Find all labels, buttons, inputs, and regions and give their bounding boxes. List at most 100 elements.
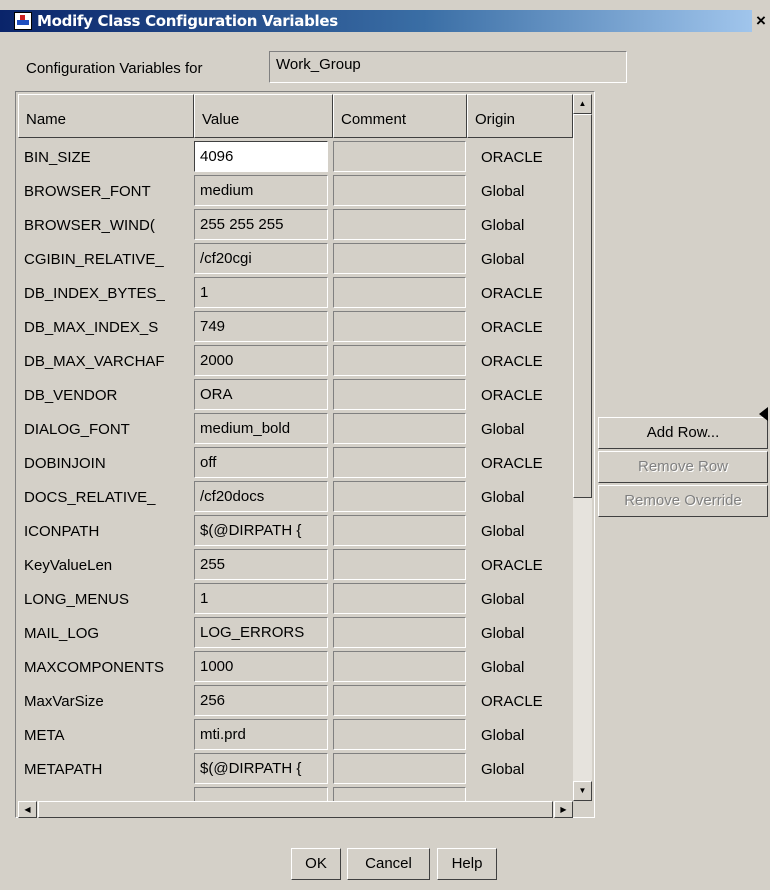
column-header-value[interactable]: Value [194, 94, 333, 138]
pointer-icon [759, 407, 768, 421]
cell-comment[interactable] [333, 175, 466, 206]
cell-comment[interactable] [333, 549, 466, 580]
cell-value[interactable]: 1 [194, 583, 328, 614]
cancel-button[interactable]: Cancel [347, 848, 430, 880]
cell-value[interactable]: $(@DIRPATH { [194, 753, 328, 784]
cell-origin: ORACLE [481, 353, 543, 370]
cell-origin: Global [481, 625, 525, 642]
cell-comment[interactable] [333, 583, 466, 614]
table-row[interactable]: MaxVarSize 256 ORACLE [18, 683, 573, 717]
table-row[interactable]: DB_MAX_INDEX_S 749 ORACLE [18, 309, 573, 343]
cell-value[interactable]: $(@DIRPATH { [194, 515, 328, 546]
scroll-left-icon[interactable]: ◀ [18, 801, 37, 818]
cell-name: DB_VENDOR [24, 387, 118, 404]
cell-value[interactable]: off [194, 447, 328, 478]
table-row[interactable]: DB_INDEX_BYTES_ 1 ORACLE [18, 275, 573, 309]
cell-comment[interactable] [333, 651, 466, 682]
table-row[interactable]: ICONPATH $(@DIRPATH {Global [18, 513, 573, 547]
scroll-up-icon[interactable]: ▲ [573, 94, 592, 114]
vertical-scroll-thumb[interactable] [573, 114, 592, 498]
cell-value[interactable]: /cf20docs [194, 481, 328, 512]
table-row[interactable]: MAXCOMPONENTS 1000 Global [18, 649, 573, 683]
cell-value[interactable]: 1 [194, 277, 328, 308]
cell-origin: Global [481, 217, 525, 234]
table-row[interactable]: META mti.prd Global [18, 717, 573, 751]
cell-name: DOCS_RELATIVE_ [24, 489, 156, 506]
cell-value[interactable]: 256 [194, 685, 328, 716]
cell-name: DB_MAX_INDEX_S [24, 319, 159, 336]
table-row[interactable]: KeyValueLen 255 ORACLE [18, 547, 573, 581]
cell-value[interactable]: mti.prd [194, 719, 328, 750]
cell-comment[interactable] [333, 685, 466, 716]
table-row[interactable]: BROWSER_FONT medium Global [18, 173, 573, 207]
scroll-down-icon[interactable]: ▼ [573, 781, 592, 801]
table-row[interactable]: DB_MAX_VARCHAF 2000 ORACLE [18, 343, 573, 377]
cell-value[interactable]: 1000 [194, 651, 328, 682]
column-header-origin[interactable]: Origin [467, 94, 573, 138]
column-header-name[interactable]: Name [18, 94, 194, 138]
table-row[interactable]: DOBINJOIN off ORACLE [18, 445, 573, 479]
table-row[interactable]: DOCS_RELATIVE_ /cf20docs Global [18, 479, 573, 513]
table-row[interactable]: METAPATH $(@DIRPATH {Global [18, 751, 573, 785]
table-row[interactable] [18, 785, 573, 801]
cell-comment[interactable] [333, 243, 466, 274]
vertical-scrollbar[interactable]: ▲ ▼ [573, 94, 592, 801]
remove-override-button[interactable]: Remove Override [598, 485, 768, 517]
cell-comment[interactable] [333, 787, 466, 801]
cell-comment[interactable] [333, 277, 466, 308]
cell-origin: Global [481, 251, 525, 268]
cell-value[interactable]: 749 [194, 311, 328, 342]
cell-name: MAIL_LOG [24, 625, 100, 642]
cell-value[interactable]: 2000 [194, 345, 328, 376]
cell-value[interactable]: 255 [194, 549, 328, 580]
cell-origin: Global [481, 523, 525, 540]
remove-row-button[interactable]: Remove Row [598, 451, 768, 483]
table-row[interactable]: CGIBIN_RELATIVE_ /cf20cgi Global [18, 241, 573, 275]
cell-origin: Global [481, 727, 525, 744]
cell-comment[interactable] [333, 141, 466, 172]
cell-comment[interactable] [333, 617, 466, 648]
window-title: Modify Class Configuration Variables [37, 12, 338, 30]
cell-comment[interactable] [333, 719, 466, 750]
cell-comment[interactable] [333, 447, 466, 478]
table-row[interactable]: LONG_MENUS 1 Global [18, 581, 573, 615]
table-row[interactable]: DIALOG_FONT medium_bold Global [18, 411, 573, 445]
cell-value[interactable]: medium_bold [194, 413, 328, 444]
cell-origin: Global [481, 489, 525, 506]
cell-value[interactable]: LOG_ERRORS [194, 617, 328, 648]
cell-value[interactable]: 255 255 255 [194, 209, 328, 240]
horizontal-scroll-thumb[interactable] [38, 801, 553, 818]
cell-value[interactable]: medium [194, 175, 328, 206]
cell-value[interactable]: ORA [194, 379, 328, 410]
table-row[interactable]: DB_VENDOR ORA ORACLE [18, 377, 573, 411]
cell-comment[interactable] [333, 413, 466, 444]
ok-button[interactable]: OK [291, 848, 341, 880]
cell-comment[interactable] [333, 345, 466, 376]
cell-origin [478, 785, 573, 801]
cell-comment[interactable] [333, 515, 466, 546]
cell-comment[interactable] [333, 379, 466, 410]
table-body: BIN_SIZE 4096 ORACLE BROWSER_FONT medium Glob… [18, 139, 573, 801]
cell-name: CGIBIN_RELATIVE_ [24, 251, 164, 268]
cell-comment[interactable] [333, 481, 466, 512]
table-row[interactable]: MAIL_LOG LOG_ERRORS Global [18, 615, 573, 649]
title-bar[interactable]: Modify Class Configuration Variables [0, 10, 770, 32]
help-button[interactable]: Help [437, 848, 497, 880]
cell-value[interactable] [194, 787, 328, 801]
scroll-right-icon[interactable]: ▶ [554, 801, 573, 818]
cell-name: BROWSER_FONT [24, 183, 151, 200]
cell-origin: ORACLE [481, 693, 543, 710]
table-row[interactable]: BROWSER_WIND(255 255 255 Global [18, 207, 573, 241]
cell-origin: ORACLE [481, 455, 543, 472]
close-icon[interactable]: × [752, 10, 770, 32]
cell-comment[interactable] [333, 209, 466, 240]
add-row-button[interactable]: Add Row... [598, 417, 768, 449]
column-header-comment[interactable]: Comment [333, 94, 467, 138]
cell-comment[interactable] [333, 753, 466, 784]
config-variables-label: Configuration Variables for [26, 60, 203, 77]
horizontal-scrollbar[interactable]: ◀ ▶ [18, 801, 573, 818]
cell-comment[interactable] [333, 311, 466, 342]
cell-value[interactable]: /cf20cgi [194, 243, 328, 274]
cell-value[interactable]: 4096 [194, 141, 328, 172]
table-row[interactable]: BIN_SIZE 4096 ORACLE [18, 139, 573, 173]
